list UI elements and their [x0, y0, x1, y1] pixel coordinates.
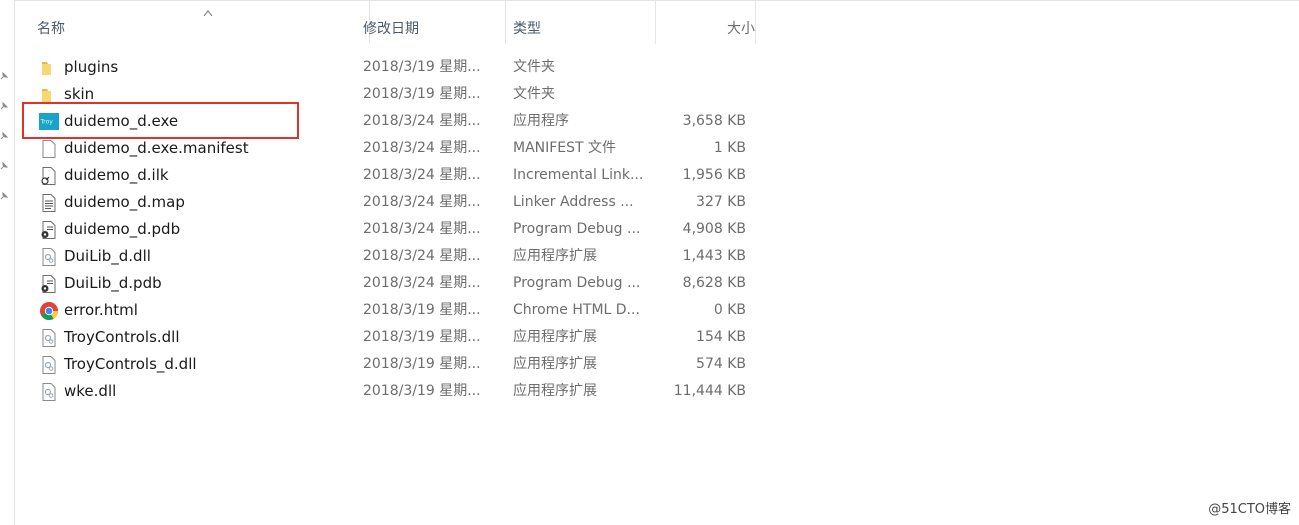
ilk-file-icon — [39, 166, 59, 186]
file-type: Linker Address ... — [513, 194, 634, 210]
file-size: 8,628 KB — [682, 275, 746, 291]
file-type: 应用程序 — [513, 113, 569, 129]
highlight-box — [22, 102, 299, 139]
file-name: DuiLib_d.dll — [64, 247, 151, 265]
file-type: MANIFEST 文件 — [513, 140, 617, 156]
file-size: 327 KB — [696, 194, 746, 210]
file-name: DuiLib_d.pdb — [64, 274, 162, 292]
file-date: 2018/3/19 星期... — [363, 383, 481, 399]
file-type: 应用程序扩展 — [513, 356, 597, 372]
folder-icon — [39, 58, 59, 78]
file-size: 154 KB — [696, 329, 746, 345]
file-name: plugins — [64, 58, 119, 76]
file-name: duidemo_d.exe.manifest — [64, 139, 249, 157]
column-header-bar: 名称 修改日期 类型 大小 — [15, 0, 1299, 45]
file-date: 2018/3/19 星期... — [363, 329, 481, 345]
file-date: 2018/3/24 星期... — [363, 194, 481, 210]
dll-file-icon — [39, 328, 59, 348]
file-name: TroyControls.dll — [64, 328, 180, 346]
column-header-date[interactable]: 修改日期 — [356, 0, 506, 44]
file-size: 0 KB — [713, 302, 746, 318]
file-row[interactable]: DuiLib_d.pdb 2018/3/24 星期... Program Debug… — [0, 270, 1299, 297]
file-type: Program Debug ... — [513, 221, 641, 237]
file-date: 2018/3/19 星期... — [363, 356, 481, 372]
file-row[interactable]: TroyControls.dll 2018/3/19 星期... 应用程序扩展 154… — [0, 324, 1299, 351]
pdb-file-icon — [39, 220, 59, 240]
pdb-file-icon — [39, 274, 59, 294]
file-name: duidemo_d.pdb — [64, 220, 181, 238]
file-row[interactable]: duidemo_d.exe.manifest 2018/3/24 星期... MAN… — [0, 135, 1299, 162]
file-size: 4,908 KB — [682, 221, 746, 237]
file-date: 2018/3/19 星期... — [363, 59, 481, 75]
file-date: 2018/3/19 星期... — [363, 86, 481, 102]
file-size: 11,444 KB — [673, 383, 746, 399]
dll-file-icon — [39, 382, 59, 402]
file-date: 2018/3/19 星期... — [363, 302, 481, 318]
blank-file-icon — [39, 139, 59, 159]
file-row[interactable]: DuiLib_d.dll 2018/3/24 星期... 应用程序扩展 1,443 K… — [0, 243, 1299, 270]
file-size — [655, 54, 746, 81]
watermark: @51CTO博客 — [1208, 502, 1291, 517]
file-row[interactable]: error.html 2018/3/19 星期... Chrome HTML D..… — [0, 297, 1299, 324]
file-row[interactable]: plugins 2018/3/19 星期... 文件夹 — [0, 54, 1299, 81]
file-date: 2018/3/24 星期... — [363, 140, 481, 156]
file-row[interactable]: TroyControls_d.dll 2018/3/19 星期... 应用程序扩展 5… — [0, 351, 1299, 378]
file-date: 2018/3/24 星期... — [363, 275, 481, 291]
file-type: Program Debug ... — [513, 275, 641, 291]
file-row[interactable]: wke.dll 2018/3/19 星期... 应用程序扩展 11,444 KB — [0, 378, 1299, 405]
file-type: Incremental Link... — [513, 167, 644, 183]
column-header-size[interactable]: 大小 — [656, 0, 756, 44]
file-size: 1,956 KB — [682, 167, 746, 183]
file-type: 应用程序扩展 — [513, 383, 597, 399]
file-size: 574 KB — [696, 356, 746, 372]
file-name: duidemo_d.map — [64, 193, 185, 211]
file-type: Chrome HTML D... — [513, 302, 640, 318]
file-date: 2018/3/24 星期... — [363, 248, 481, 264]
file-name: duidemo_d.ilk — [64, 166, 169, 184]
chrome-icon — [39, 301, 59, 321]
file-type: 文件夹 — [513, 86, 555, 102]
column-header-name[interactable]: 名称 — [30, 0, 370, 44]
file-type: 应用程序扩展 — [513, 248, 597, 264]
file-name: TroyControls_d.dll — [64, 355, 197, 373]
dll-file-icon — [39, 355, 59, 375]
column-header-type[interactable]: 类型 — [506, 0, 656, 44]
file-size: 3,658 KB — [682, 113, 746, 129]
file-date: 2018/3/24 星期... — [363, 221, 481, 237]
file-row[interactable]: duidemo_d.map 2018/3/24 星期... Linker Addre… — [0, 189, 1299, 216]
file-name: error.html — [64, 301, 138, 319]
file-size: 1,443 KB — [682, 248, 746, 264]
file-name: wke.dll — [64, 382, 117, 400]
file-row[interactable]: duidemo_d.ilk 2018/3/24 星期... Incremental … — [0, 162, 1299, 189]
file-type: 应用程序扩展 — [513, 329, 597, 345]
file-date: 2018/3/24 星期... — [363, 113, 481, 129]
file-date: 2018/3/24 星期... — [363, 167, 481, 183]
file-size: 1 KB — [713, 140, 746, 156]
text-file-icon — [39, 193, 59, 213]
dll-file-icon — [39, 247, 59, 267]
file-type: 文件夹 — [513, 59, 555, 75]
file-row[interactable]: duidemo_d.pdb 2018/3/24 星期... Program Debu… — [0, 216, 1299, 243]
file-size — [655, 81, 746, 108]
